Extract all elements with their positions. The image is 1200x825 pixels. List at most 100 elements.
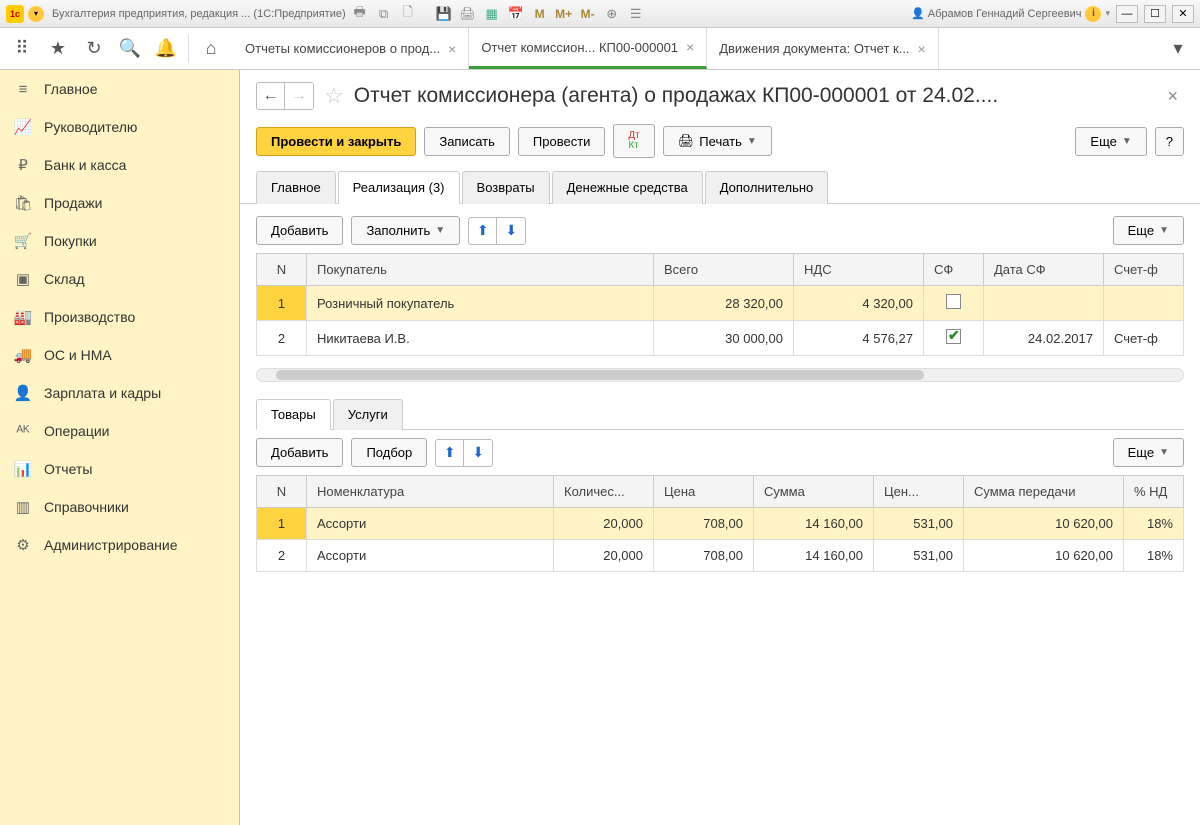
sidebar-item-reports[interactable]: 📊Отчеты [0,450,239,488]
print-button[interactable]: 🖨Печать▼ [663,126,772,156]
calendar-icon[interactable]: 📅 [506,4,526,24]
app-menu-dropdown[interactable]: ▾ [28,6,44,22]
sidebar-item-purchases[interactable]: 🛒Покупки [0,222,239,260]
sidebar-item-warehouse[interactable]: ▣Склад [0,260,239,298]
sf-checkbox[interactable] [946,329,961,344]
col-qty[interactable]: Количес... [554,476,654,508]
move-up-button[interactable]: ⬆ [436,440,464,466]
goods-services-tabs: Товары Услуги [256,398,1184,430]
table-row[interactable]: 2 Ассорти 20,000 708,00 14 160,00 531,00… [257,540,1184,572]
sub-tab-services[interactable]: Услуги [333,399,403,430]
close-icon[interactable]: × [686,39,694,55]
section-tab-additional[interactable]: Дополнительно [705,171,829,204]
nav-back-button[interactable]: ← [257,83,285,109]
section-tab-main[interactable]: Главное [256,171,336,204]
sub-tab-goods[interactable]: Товары [256,399,331,430]
memory-mplus-button[interactable]: M+ [554,4,574,24]
fill-button[interactable]: Заполнить▼ [351,216,460,245]
table-row[interactable]: 1 Розничный покупатель 28 320,00 4 320,0… [257,286,1184,321]
sidebar-item-label: Руководителю [44,119,137,135]
tab-overflow-icon[interactable]: ▾ [1164,35,1192,63]
more-button[interactable]: Еще▼ [1075,127,1146,156]
col-tprice[interactable]: Цен... [874,476,964,508]
goods-more-button[interactable]: Еще▼ [1113,438,1184,467]
col-n[interactable]: N [257,476,307,508]
col-n[interactable]: N [257,254,307,286]
notifications-bell-icon[interactable]: 🔔 [152,35,180,63]
move-up-button[interactable]: ⬆ [469,218,497,244]
sf-checkbox[interactable] [946,294,961,309]
maximize-button[interactable]: ☐ [1144,5,1166,23]
chart-icon: 📈 [14,118,32,136]
memory-mminus-button[interactable]: M- [578,4,598,24]
print-icon[interactable]: 🖶 [350,4,370,24]
help-button[interactable]: ? [1155,127,1184,156]
doc-tab-reports-list[interactable]: Отчеты комиссионеров о прод... × [233,28,469,69]
col-sum[interactable]: Сумма [754,476,874,508]
col-buyer[interactable]: Покупатель [307,254,654,286]
col-vatpct[interactable]: % НД [1124,476,1184,508]
dtkt-icon: ДтКт [628,131,639,151]
dtkt-button[interactable]: ДтКт [613,124,654,158]
sidebar-item-admin[interactable]: ⚙Администрирование [0,526,239,564]
close-window-button[interactable]: ✕ [1172,5,1194,23]
section-tab-money[interactable]: Денежные средства [552,171,703,204]
favorite-star-icon[interactable]: ☆ [324,83,344,109]
doc-tab-current-report[interactable]: Отчет комиссион... КП00-000001 × [469,28,707,69]
memory-m-button[interactable]: M [530,4,550,24]
sidebar-item-sales[interactable]: 🛍Продажи [0,184,239,222]
sidebar-item-production[interactable]: 🏭Производство [0,298,239,336]
select-goods-button[interactable]: Подбор [351,438,427,467]
doc-tab-movements[interactable]: Движения документа: Отчет к... × [707,28,939,69]
nav-forward-button[interactable]: → [285,83,313,109]
apps-grid-icon[interactable]: ⠿ [8,35,36,63]
move-down-button[interactable]: ⬇ [497,218,525,244]
close-icon[interactable]: × [918,41,926,57]
post-and-close-button[interactable]: Провести и закрыть [256,127,416,156]
document-close-button[interactable]: × [1161,86,1184,107]
home-icon[interactable]: ⌂ [197,35,225,63]
col-sf[interactable]: СФ [924,254,984,286]
section-tab-sales[interactable]: Реализация (3) [338,171,460,204]
current-user[interactable]: 👤 Абрамов Геннадий Сергеевич [911,7,1081,20]
sidebar-item-main[interactable]: ≡Главное [0,70,239,108]
search-icon[interactable]: 🔍 [116,35,144,63]
buyers-table: N Покупатель Всего НДС СФ Дата СФ Счет-ф… [256,253,1184,356]
sidebar-item-operations[interactable]: ᴬᴷОперации [0,412,239,450]
save-icon[interactable]: 💾 [434,4,454,24]
favorites-star-icon[interactable]: ★ [44,35,72,63]
sidebar-item-assets[interactable]: 🚚ОС и НМА [0,336,239,374]
buyers-more-button[interactable]: Еще▼ [1113,216,1184,245]
table-row[interactable]: 2 Никитаева И.В. 30 000,00 4 576,27 24.0… [257,321,1184,356]
horizontal-scrollbar[interactable] [256,368,1184,382]
col-sf-date[interactable]: Дата СФ [984,254,1104,286]
sidebar-item-manager[interactable]: 📈 Руководителю [0,108,239,146]
history-icon[interactable]: ↻ [80,35,108,63]
preview-icon[interactable]: 🗋 [398,4,418,24]
minimize-button[interactable]: — [1116,5,1138,23]
info-icon[interactable]: i [1085,6,1101,22]
copy-icon[interactable]: ⧉ [374,4,394,24]
sidebar-item-salary[interactable]: 👤Зарплата и кадры [0,374,239,412]
col-tsum[interactable]: Сумма передачи [964,476,1124,508]
list-icon[interactable]: ☰ [626,4,646,24]
zoom-icon[interactable]: ⊕ [602,4,622,24]
move-down-button[interactable]: ⬇ [464,440,492,466]
sidebar-item-bank[interactable]: ₽Банк и касса [0,146,239,184]
sidebar-item-label: Продажи [44,195,102,211]
post-button[interactable]: Провести [518,127,606,156]
printer-icon[interactable]: 🖨 [458,4,478,24]
col-total[interactable]: Всего [654,254,794,286]
calculator-icon[interactable]: ▦ [482,4,502,24]
table-row[interactable]: 1 Ассорти 20,000 708,00 14 160,00 531,00… [257,508,1184,540]
col-item[interactable]: Номенклатура [307,476,554,508]
save-button[interactable]: Записать [424,127,510,156]
col-vat[interactable]: НДС [794,254,924,286]
section-tab-returns[interactable]: Возвраты [462,171,550,204]
add-goods-button[interactable]: Добавить [256,438,343,467]
add-buyer-button[interactable]: Добавить [256,216,343,245]
sidebar-item-catalogs[interactable]: ▥Справочники [0,488,239,526]
close-icon[interactable]: × [448,41,456,57]
col-price[interactable]: Цена [654,476,754,508]
col-invoice[interactable]: Счет-ф [1104,254,1184,286]
